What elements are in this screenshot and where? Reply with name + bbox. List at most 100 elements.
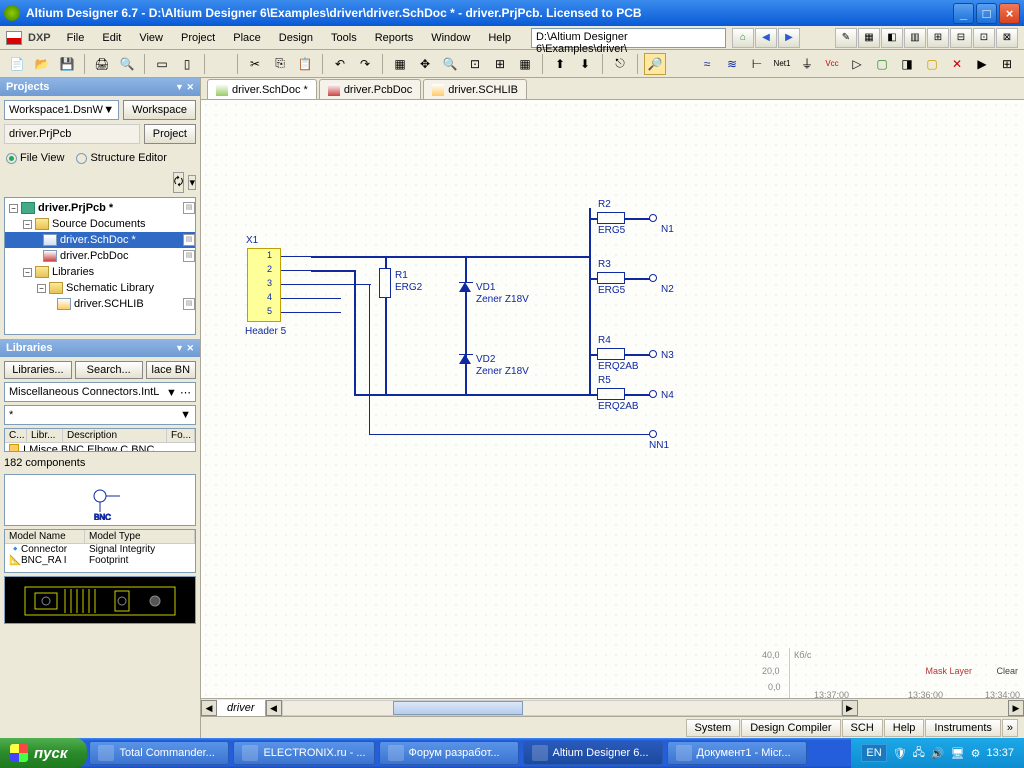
tree-item-pcbdoc[interactable]: driver.PcbDoc ▤ — [5, 248, 195, 264]
port-n4[interactable] — [649, 390, 657, 398]
maximize-button[interactable]: □ — [976, 3, 997, 24]
menu-dxp[interactable]: DXP — [28, 32, 51, 44]
nav-back-icon[interactable]: ◀ — [755, 28, 777, 48]
pencil-icon[interactable]: ✎ — [835, 28, 857, 48]
select-icon[interactable]: ▦ — [389, 53, 411, 75]
tool-icon-4[interactable]: ⊞ — [927, 28, 949, 48]
dxp-icon[interactable] — [6, 31, 22, 45]
port-n1[interactable] — [649, 214, 657, 222]
taskbar-item[interactable]: Документ1 - Micr... — [667, 741, 807, 765]
list-item[interactable]: 🔹 Connector Signal Integrity — [5, 544, 195, 555]
menu-place[interactable]: Place — [225, 29, 269, 47]
component-r2[interactable] — [597, 212, 625, 224]
tool-icon-5[interactable]: ⊟ — [950, 28, 972, 48]
libraries-panel-header[interactable]: Libraries ▼ ✕ — [0, 339, 200, 357]
place-button[interactable]: lace BN — [146, 361, 196, 379]
tray-icon[interactable]: 🛡 — [893, 747, 907, 760]
clock[interactable]: 13:37 — [986, 747, 1014, 759]
print-icon[interactable]: 🖨 — [91, 53, 113, 75]
tree-project-root[interactable]: − driver.PrjPcb * ▤ — [5, 200, 195, 216]
zoom-icon[interactable]: 🔍 — [439, 53, 461, 75]
designator-x1[interactable]: X1 — [246, 235, 258, 246]
open-icon[interactable]: 📂 — [31, 53, 53, 75]
collapse-icon[interactable]: − — [23, 268, 32, 277]
power-port-icon[interactable]: ⏚ — [796, 53, 818, 75]
collapse-icon[interactable]: − — [23, 220, 32, 229]
tab-pcbdoc[interactable]: driver.PcbDoc — [319, 79, 421, 99]
save-icon[interactable]: 💾 — [56, 53, 78, 75]
tree-libraries[interactable]: − Libraries — [5, 264, 195, 280]
scroll-track-right-icon[interactable]: ▶ — [842, 700, 858, 716]
cross-probe-icon[interactable]: ⎋ — [609, 53, 631, 75]
status-tab-system[interactable]: System — [686, 719, 741, 737]
mode-icon-2[interactable]: ▯ — [176, 53, 198, 75]
schematic-canvas[interactable]: X1 1 2 3 4 5 Header 5 — [201, 100, 1024, 716]
minimize-button[interactable]: _ — [953, 3, 974, 24]
vcc-icon[interactable]: Vcc — [821, 53, 843, 75]
projects-panel-header[interactable]: Projects ▼ ✕ — [0, 78, 200, 96]
component-r5[interactable] — [597, 388, 625, 400]
nav-fwd-icon[interactable]: ▶ — [778, 28, 800, 48]
libraries-button[interactable]: Libraries... — [4, 361, 72, 379]
port-n2[interactable] — [649, 274, 657, 282]
structure-editor-radio[interactable]: Structure Editor — [76, 152, 166, 164]
library-filter[interactable]: *▼ — [4, 405, 196, 425]
tool-icon-2[interactable]: ◧ — [881, 28, 903, 48]
tool-icon-3[interactable]: ▥ — [904, 28, 926, 48]
copy-icon[interactable]: ⎘ — [269, 53, 291, 75]
scroll-left-icon[interactable]: ◀ — [201, 700, 217, 716]
taskbar-item-active[interactable]: Altium Designer 6... — [523, 741, 663, 765]
hierarchy-up-icon[interactable]: ⬆ — [549, 53, 571, 75]
paste-icon[interactable]: 📋 — [294, 53, 316, 75]
new-icon[interactable]: 📄 — [6, 53, 28, 75]
junction-tool-icon[interactable]: ⊢ — [746, 53, 768, 75]
status-tab-help[interactable]: Help — [884, 719, 925, 737]
tool-a-icon[interactable]: ⊡ — [464, 53, 486, 75]
panel-menu-chevron-icon[interactable]: » — [1002, 719, 1018, 737]
no-erc-icon[interactable]: ✕ — [946, 53, 968, 75]
library-combo[interactable]: Miscellaneous Connectors.IntL▼ ⋯ — [4, 382, 196, 402]
status-tab-sch[interactable]: SCH — [842, 719, 883, 737]
menu-edit[interactable]: Edit — [94, 29, 129, 47]
component-r4[interactable] — [597, 348, 625, 360]
taskbar-item[interactable]: Total Commander... — [89, 741, 229, 765]
tree-item-schdoc[interactable]: driver.SchDoc * ▤ — [5, 232, 195, 248]
taskbar-item[interactable]: ELECTRONIX.ru - ... — [233, 741, 374, 765]
component-header[interactable] — [247, 248, 281, 322]
undo-icon[interactable]: ↶ — [329, 53, 351, 75]
workspace-button[interactable]: Workspace — [123, 100, 196, 120]
path-combo[interactable]: D:\Altium Designer 6\Examples\driver\ — [531, 28, 726, 48]
browse-icon[interactable]: 🔎 — [644, 53, 666, 75]
project-combo[interactable]: driver.PrjPcb — [4, 124, 140, 144]
panel-menu-icon[interactable]: ▾ — [188, 175, 196, 190]
component-vd2[interactable] — [459, 354, 471, 364]
menu-help[interactable]: Help — [480, 29, 519, 47]
sheet-entry-icon[interactable]: ◨ — [896, 53, 918, 75]
menu-tools[interactable]: Tools — [323, 29, 365, 47]
search-button[interactable]: Search... — [75, 361, 143, 379]
component-vd1[interactable] — [459, 282, 471, 292]
tool-icon-7[interactable]: ⊠ — [996, 28, 1018, 48]
scroll-track-left-icon[interactable]: ◀ — [266, 700, 282, 716]
project-button[interactable]: Project — [144, 124, 196, 144]
tray-icon[interactable]: ⚙ — [971, 747, 981, 760]
component-r3[interactable] — [597, 272, 625, 284]
tree-source-documents[interactable]: − Source Documents — [5, 216, 195, 232]
menu-design[interactable]: Design — [271, 29, 321, 47]
project-tree[interactable]: − driver.PrjPcb * ▤ − Source Documents d… — [4, 197, 196, 335]
sheet-tab-driver[interactable]: driver — [217, 700, 266, 716]
annotate-icon[interactable]: ⊞ — [996, 53, 1018, 75]
sheet-symbol-icon[interactable]: ▢ — [871, 53, 893, 75]
tool-icon-6[interactable]: ⊡ — [973, 28, 995, 48]
bus-tool-icon[interactable]: ≋ — [721, 53, 743, 75]
menu-reports[interactable]: Reports — [367, 29, 422, 47]
component-r1[interactable] — [379, 268, 391, 298]
tray-icon[interactable]: 🖧 — [913, 744, 925, 763]
chevron-down-icon[interactable]: ▼ ✕ — [175, 82, 194, 93]
menu-view[interactable]: View — [131, 29, 171, 47]
close-button[interactable]: × — [999, 3, 1020, 24]
wire-tool-icon[interactable]: ≈ — [696, 53, 718, 75]
tool-b-icon[interactable]: ⊞ — [489, 53, 511, 75]
tree-schematic-library[interactable]: − Schematic Library — [5, 280, 195, 296]
hierarchy-down-icon[interactable]: ⬇ — [574, 53, 596, 75]
